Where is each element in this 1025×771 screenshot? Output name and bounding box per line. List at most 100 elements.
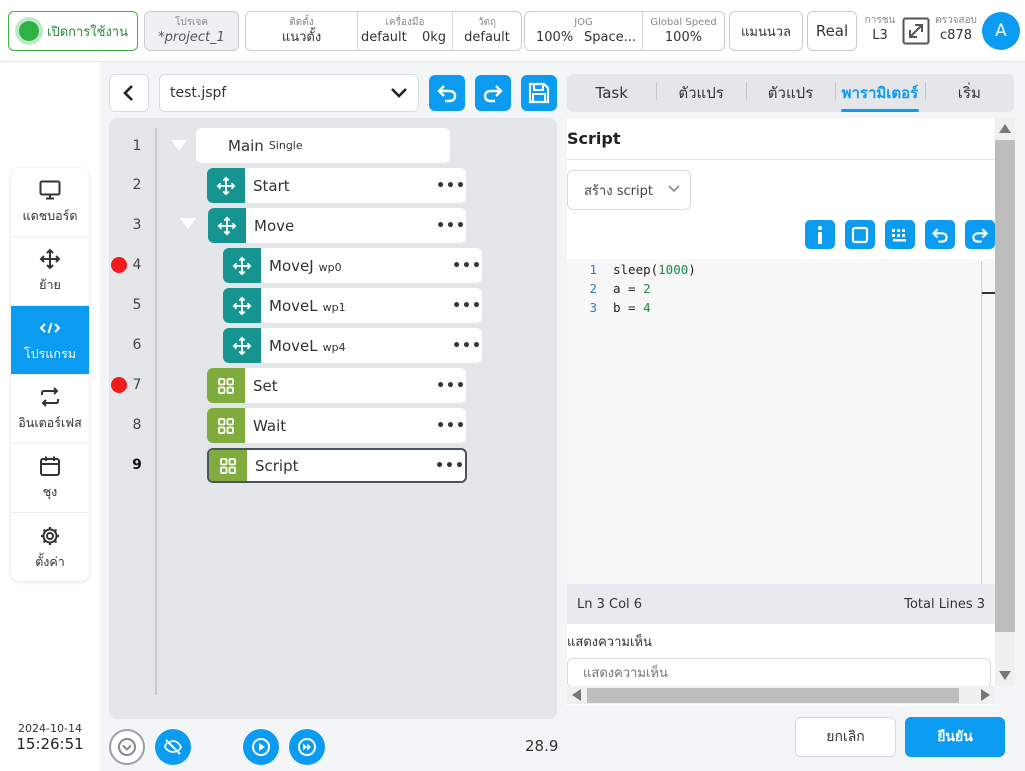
more-icon[interactable]: ••• — [436, 218, 466, 234]
create-script-select[interactable]: สร้าง script — [567, 170, 691, 210]
more-icon[interactable]: ••• — [452, 258, 482, 274]
code-undo-button[interactable] — [925, 220, 955, 249]
tab-start[interactable]: เริ่ม — [924, 81, 1014, 105]
left-navigation: แดชบอร์ด ย้าย โปรแกรม อินเตอร์เฟส ชุง ตั… — [11, 168, 89, 581]
tool-selector[interactable]: เครื่องมือ default 0kg — [358, 12, 453, 50]
keyboard-icon — [892, 228, 906, 241]
info-button[interactable] — [805, 220, 835, 249]
code-cursor — [982, 292, 995, 294]
expand-icon[interactable] — [902, 17, 930, 45]
nav-item-dashboard[interactable]: แดชบอร์ด — [11, 168, 89, 237]
collision-level[interactable]: การชน L3 — [861, 14, 899, 44]
horizontal-scroll-thumb[interactable] — [587, 688, 959, 703]
scroll-up-icon[interactable] — [999, 124, 1011, 133]
node-set[interactable]: Set ••• — [207, 368, 466, 403]
code-token: a = — [613, 281, 644, 296]
code-token: sleep( — [613, 262, 659, 277]
nav-item-program[interactable]: โปรแกรม — [11, 306, 89, 375]
enable-button[interactable]: เปิดการใช้งาน — [8, 11, 138, 51]
real-mode-button[interactable]: Real — [807, 11, 857, 51]
project-value: *project_1 — [158, 30, 225, 45]
move-icon — [223, 248, 261, 283]
avatar[interactable]: A — [982, 12, 1020, 50]
scroll-left-icon[interactable] — [572, 689, 581, 701]
tab-task[interactable]: Task — [567, 84, 656, 102]
node-wait[interactable]: Wait ••• — [207, 408, 466, 443]
collapse-triangle-icon[interactable] — [171, 140, 187, 151]
tab-variables-2[interactable]: ตัวแปร — [745, 81, 835, 105]
tab-parameters[interactable]: พารามิเตอร์ — [835, 81, 924, 112]
jog-value: 100% — [536, 30, 574, 45]
fast-forward-icon — [298, 738, 316, 756]
global-speed-selector[interactable]: Global Speed 100% — [643, 12, 724, 50]
mount-label: ติดตั้ง — [289, 17, 314, 28]
code-line-number: 1 — [589, 262, 597, 277]
more-icon[interactable]: ••• — [452, 338, 482, 354]
line-number: 2 — [132, 177, 142, 193]
code-text: a = 2 — [613, 281, 651, 300]
node-label: Set — [253, 376, 278, 395]
more-icon[interactable]: ••• — [452, 298, 482, 314]
nav-label: ชุง — [42, 484, 58, 499]
collapse-triangle-icon[interactable] — [180, 218, 196, 229]
confirm-button[interactable]: ยืนยัน — [905, 717, 1005, 757]
node-script[interactable]: Script ••• — [207, 448, 467, 483]
check-status[interactable]: ตรวจสอบ c878 — [932, 14, 980, 44]
object-selector[interactable]: วัตถุ default — [453, 12, 521, 50]
scroll-right-icon[interactable] — [981, 689, 990, 701]
undo-button[interactable] — [429, 75, 465, 111]
nav-item-settings[interactable]: ตั้งค่า — [11, 513, 89, 581]
file-selector[interactable]: test.jspf — [159, 74, 419, 112]
code-icon — [39, 316, 61, 340]
back-button[interactable] — [109, 74, 149, 112]
redo-button[interactable] — [475, 75, 511, 111]
scroll-down-icon[interactable] — [999, 671, 1011, 680]
more-icon[interactable]: ••• — [435, 458, 465, 474]
nav-item-schedule[interactable]: ชุง — [11, 444, 89, 513]
node-sub-label: wp1 — [322, 300, 346, 314]
nav-item-move[interactable]: ย้าย — [11, 237, 89, 306]
editor-status-bar: Ln 3 Col 6 Total Lines 3 — [567, 584, 995, 624]
gutter-line — [155, 128, 157, 695]
move-icon — [208, 208, 246, 243]
tab-variables-1[interactable]: ตัวแปร — [656, 81, 745, 105]
check-label: ตรวจสอบ — [935, 15, 977, 26]
cancel-button[interactable]: ยกเลิก — [795, 717, 896, 757]
manual-mode-button[interactable]: แมนนวล — [729, 11, 803, 51]
node-start[interactable]: Start ••• — [207, 168, 466, 203]
project-selector[interactable]: โปรเจค *project_1 — [144, 11, 239, 51]
node-move[interactable]: Move ••• — [208, 208, 466, 243]
simulation-toggle-button[interactable] — [155, 729, 191, 765]
mount-selector[interactable]: ติดตั้ง แนวตั้ง — [246, 12, 358, 50]
keyboard-button[interactable] — [885, 220, 915, 249]
mount-value: แนวตั้ง — [281, 30, 322, 45]
fast-forward-button[interactable] — [289, 729, 325, 765]
more-icon[interactable]: ••• — [436, 378, 466, 394]
vertical-scroll-thumb[interactable] — [995, 140, 1015, 632]
node-sub-label: Single — [268, 139, 303, 152]
line-number: 1 — [132, 138, 142, 154]
node-movel-wp1[interactable]: MoveL wp1 ••• — [223, 288, 482, 323]
code-redo-button[interactable] — [965, 220, 995, 249]
redo-icon — [483, 85, 503, 103]
more-icon[interactable]: ••• — [436, 178, 466, 194]
time-text: 15:26:51 — [16, 735, 84, 753]
code-line-number: 2 — [589, 281, 597, 296]
more-icon[interactable]: ••• — [436, 418, 466, 434]
play-button[interactable] — [243, 729, 279, 765]
node-movel-wp4[interactable]: MoveL wp4 ••• — [223, 328, 482, 363]
nav-item-interface[interactable]: อินเตอร์เฟส — [11, 375, 89, 444]
node-label: Main — [228, 136, 264, 155]
node-label: MoveL — [269, 336, 318, 355]
node-movej[interactable]: MoveJ wp0 ••• — [223, 248, 482, 283]
save-button[interactable] — [521, 75, 557, 111]
jog-selector[interactable]: JOG 100% Space... — [525, 12, 643, 50]
comment-input[interactable] — [567, 658, 991, 688]
move-icon — [207, 168, 245, 203]
fullscreen-button[interactable] — [845, 220, 875, 249]
cursor-position: Ln 3 Col 6 — [577, 596, 643, 612]
line-number: 5 — [132, 297, 142, 313]
step-down-button[interactable] — [109, 729, 145, 765]
save-icon — [528, 82, 550, 104]
node-main[interactable]: Main Single — [196, 128, 450, 163]
